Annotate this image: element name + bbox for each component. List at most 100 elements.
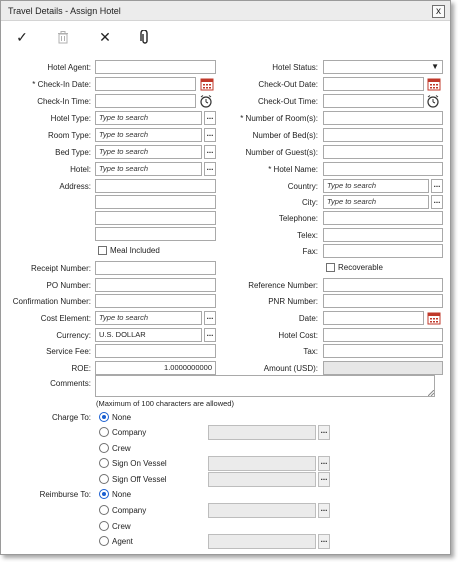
bed-type-lookup-button[interactable]: ... bbox=[204, 145, 216, 159]
number-of-rooms-input[interactable] bbox=[323, 111, 443, 125]
address-line-2[interactable] bbox=[95, 195, 216, 209]
check-in-time-input[interactable] bbox=[95, 94, 196, 108]
calendar-icon[interactable] bbox=[427, 77, 441, 91]
cost-element-label: Cost Element: bbox=[40, 314, 91, 323]
bed-type-label: Bed Type: bbox=[55, 148, 91, 157]
hotel-name-input[interactable] bbox=[323, 162, 443, 176]
tax-input[interactable] bbox=[323, 344, 443, 358]
hotel-input[interactable]: Type to search bbox=[95, 162, 202, 176]
currency-input[interactable]: U.S. DOLLAR bbox=[95, 328, 202, 342]
amount-usd-input bbox=[323, 361, 443, 375]
charge-to-sign-on-vessel-label: Sign On Vessel bbox=[112, 459, 167, 468]
address-line-3[interactable] bbox=[95, 211, 216, 225]
meal-included-checkbox[interactable] bbox=[98, 246, 107, 255]
pnr-number-input[interactable] bbox=[323, 294, 443, 308]
roe-input[interactable]: 1.0000000000 bbox=[95, 361, 216, 375]
attach-button[interactable] bbox=[136, 28, 154, 46]
telex-input[interactable] bbox=[323, 228, 443, 242]
hotel-label: Hotel: bbox=[70, 165, 91, 174]
charge-to-sign-off-vessel-input bbox=[208, 472, 316, 487]
charge-to-sign-off-vessel-radio[interactable] bbox=[99, 474, 109, 484]
number-of-beds-label: Number of Bed(s): bbox=[252, 131, 318, 140]
charge-to-none-radio[interactable] bbox=[99, 412, 109, 422]
country-lookup-button[interactable]: ... bbox=[431, 179, 443, 193]
receipt-number-label: Receipt Number: bbox=[30, 264, 91, 273]
reimburse-to-company-input bbox=[208, 503, 316, 518]
charge-to-sign-on-vessel-radio[interactable] bbox=[99, 458, 109, 468]
charge-to-company-lookup-button[interactable]: ... bbox=[318, 425, 330, 440]
reimburse-to-agent-lookup-button[interactable]: ... bbox=[318, 534, 330, 549]
po-number-label: PO Number: bbox=[46, 281, 91, 290]
hotel-status-select[interactable]: ▼ bbox=[323, 60, 443, 74]
check-in-time-label: Check-In Time: bbox=[37, 97, 91, 106]
charge-to-sign-on-vessel-lookup-button[interactable]: ... bbox=[318, 456, 330, 471]
calendar-icon[interactable] bbox=[427, 311, 441, 325]
roe-label: ROE: bbox=[71, 364, 91, 373]
currency-lookup-button[interactable]: ... bbox=[204, 328, 216, 342]
reimburse-to-crew-label: Crew bbox=[112, 522, 131, 531]
telephone-input[interactable] bbox=[323, 211, 443, 225]
confirmation-number-input[interactable] bbox=[95, 294, 216, 308]
check-out-date-label: Check-Out Date: bbox=[258, 80, 318, 89]
hotel-type-input[interactable]: Type to search bbox=[95, 111, 202, 125]
cost-element-lookup-button[interactable]: ... bbox=[204, 311, 216, 325]
check-in-date-input[interactable] bbox=[95, 77, 196, 91]
reimburse-to-crew-radio[interactable] bbox=[99, 521, 109, 531]
number-of-guests-label: Number of Guest(s): bbox=[245, 148, 318, 157]
check-in-date-label: * Check-In Date: bbox=[32, 80, 91, 89]
charge-to-crew-radio[interactable] bbox=[99, 443, 109, 453]
date-input[interactable] bbox=[323, 311, 424, 325]
clock-icon[interactable] bbox=[426, 94, 440, 108]
reimburse-to-company-label: Company bbox=[112, 506, 147, 515]
reimburse-to-company-lookup-button[interactable]: ... bbox=[318, 503, 330, 518]
cost-element-input[interactable]: Type to search bbox=[95, 311, 202, 325]
hotel-agent-label: Hotel Agent: bbox=[47, 63, 91, 72]
reimburse-to-company-radio[interactable] bbox=[99, 505, 109, 515]
reimburse-to-agent-radio[interactable] bbox=[99, 536, 109, 546]
paperclip-icon bbox=[140, 29, 148, 44]
room-type-lookup-button[interactable]: ... bbox=[204, 128, 216, 142]
calendar-icon[interactable] bbox=[200, 77, 214, 91]
charge-to-sign-on-vessel-input bbox=[208, 456, 316, 471]
hotel-lookup-button[interactable]: ... bbox=[204, 162, 216, 176]
hotel-type-lookup-button[interactable]: ... bbox=[204, 111, 216, 125]
number-of-rooms-label: * Number of Room(s): bbox=[240, 114, 318, 123]
hotel-status-label: Hotel Status: bbox=[272, 63, 318, 72]
room-type-input[interactable]: Type to search bbox=[95, 128, 202, 142]
check-out-date-input[interactable] bbox=[323, 77, 424, 91]
resize-handle-icon[interactable] bbox=[428, 390, 434, 396]
address-line-4[interactable] bbox=[95, 227, 216, 241]
receipt-number-input[interactable] bbox=[95, 261, 216, 275]
charge-to-sign-off-vessel-label: Sign Off Vessel bbox=[112, 475, 167, 484]
city-lookup-button[interactable]: ... bbox=[431, 195, 443, 209]
country-input[interactable]: Type to search bbox=[323, 179, 429, 193]
hotel-type-label: Hotel Type: bbox=[50, 114, 91, 123]
service-fee-input[interactable] bbox=[95, 344, 216, 358]
recoverable-checkbox[interactable] bbox=[326, 263, 335, 272]
city-input[interactable]: Type to search bbox=[323, 195, 429, 209]
x-icon: ✕ bbox=[99, 29, 111, 45]
cancel-button[interactable]: ✕ bbox=[96, 28, 114, 46]
confirmation-number-label: Confirmation Number: bbox=[12, 297, 91, 306]
address-line-1[interactable] bbox=[95, 179, 216, 193]
check-out-time-input[interactable] bbox=[323, 94, 424, 108]
delete-button[interactable] bbox=[54, 28, 72, 46]
clock-icon[interactable] bbox=[199, 94, 213, 108]
hotel-cost-input[interactable] bbox=[323, 328, 443, 342]
dialog-window: Travel Details - Assign Hotel x ✓ ✕ Hote… bbox=[0, 0, 451, 555]
reference-number-input[interactable] bbox=[323, 278, 443, 292]
number-of-guests-input[interactable] bbox=[323, 145, 443, 159]
bed-type-input[interactable]: Type to search bbox=[95, 145, 202, 159]
trash-icon bbox=[58, 31, 68, 44]
fax-input[interactable] bbox=[323, 244, 443, 258]
hotel-agent-input[interactable] bbox=[95, 60, 216, 74]
close-button[interactable]: x bbox=[432, 5, 445, 18]
comments-textarea[interactable] bbox=[95, 375, 435, 397]
save-button[interactable]: ✓ bbox=[13, 28, 31, 46]
number-of-beds-input[interactable] bbox=[323, 128, 443, 142]
reimburse-to-none-radio[interactable] bbox=[99, 489, 109, 499]
amount-usd-label: Amount (USD): bbox=[263, 364, 318, 373]
charge-to-company-radio[interactable] bbox=[99, 427, 109, 437]
po-number-input[interactable] bbox=[95, 278, 216, 292]
charge-to-sign-off-vessel-lookup-button[interactable]: ... bbox=[318, 472, 330, 487]
